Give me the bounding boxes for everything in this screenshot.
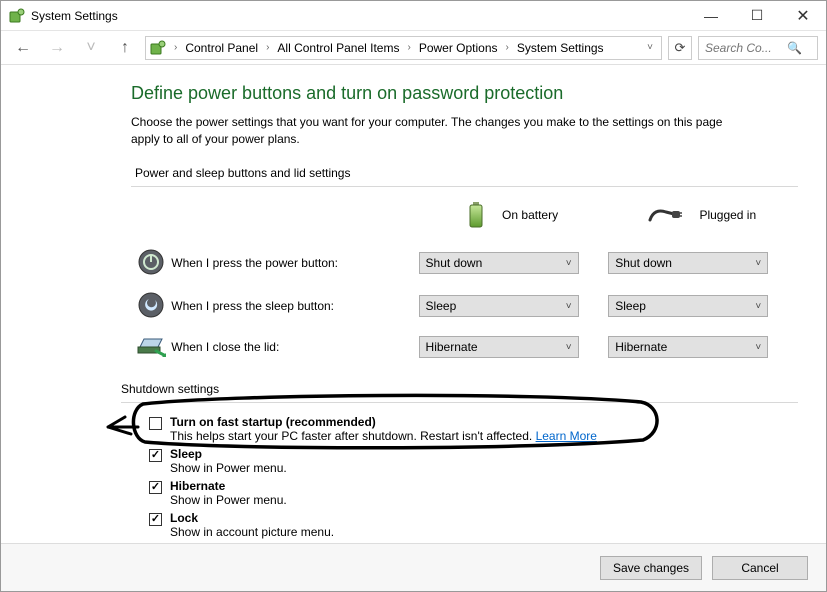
footer-bar: Save changes Cancel bbox=[1, 543, 826, 591]
chevron-down-icon: ˅ bbox=[566, 258, 572, 269]
section-shutdown-label: Shutdown settings bbox=[121, 382, 798, 396]
page-title: Define power buttons and turn on passwor… bbox=[131, 83, 798, 104]
checkbox-label: Hibernate bbox=[170, 479, 225, 493]
chevron-down-icon: ˅ bbox=[755, 301, 761, 312]
search-box[interactable]: 🔍 bbox=[698, 36, 818, 60]
row-sleep-button-label: When I press the sleep button: bbox=[171, 286, 416, 327]
lid-battery-select[interactable]: Hibernate ˅ bbox=[419, 336, 579, 358]
breadcrumb-sep: › bbox=[504, 42, 511, 53]
checkbox-desc: Show in Power menu. bbox=[170, 461, 287, 475]
back-button[interactable]: ← bbox=[9, 35, 37, 61]
checkbox-label: Sleep bbox=[170, 447, 202, 461]
sleep-button-icon bbox=[138, 307, 164, 321]
divider bbox=[121, 402, 798, 403]
minimize-button[interactable]: — bbox=[688, 1, 734, 31]
checkbox-fast-startup[interactable]: Turn on fast startup (recommended) This … bbox=[149, 415, 798, 443]
checkbox-label: Turn on fast startup (recommended) bbox=[170, 415, 376, 429]
battery-icon bbox=[467, 202, 485, 231]
column-plugged-label: Plugged in bbox=[691, 208, 756, 222]
checkbox-hibernate[interactable]: Hibernate Show in Power menu. bbox=[149, 479, 798, 507]
search-input[interactable] bbox=[703, 40, 783, 56]
forward-button[interactable]: → bbox=[43, 35, 71, 61]
select-value: Sleep bbox=[615, 299, 646, 313]
checkbox-desc: Show in Power menu. bbox=[170, 493, 287, 507]
power-button-battery-select[interactable]: Shut down ˅ bbox=[419, 252, 579, 274]
refresh-button[interactable]: ⟳ bbox=[668, 36, 692, 60]
chevron-down-icon: ˅ bbox=[566, 342, 572, 353]
checkbox-desc: This helps start your PC faster after sh… bbox=[170, 429, 536, 443]
breadcrumb-sep: › bbox=[264, 42, 271, 53]
close-button[interactable]: ✕ bbox=[780, 1, 826, 31]
title-bar: System Settings — ☐ ✕ bbox=[1, 1, 826, 31]
chevron-down-icon: ˅ bbox=[755, 258, 761, 269]
chevron-down-icon: ˅ bbox=[566, 301, 572, 312]
checkbox-icon[interactable] bbox=[149, 513, 162, 526]
row-power-button-label: When I press the power button: bbox=[171, 243, 416, 284]
column-battery-label: On battery bbox=[494, 208, 558, 222]
select-value: Shut down bbox=[426, 256, 483, 270]
cancel-button[interactable]: Cancel bbox=[712, 556, 808, 580]
checkbox-lock[interactable]: Lock Show in account picture menu. bbox=[149, 511, 798, 539]
window-title: System Settings bbox=[31, 9, 118, 23]
checkbox-icon[interactable] bbox=[149, 481, 162, 494]
content-area: Define power buttons and turn on passwor… bbox=[1, 65, 826, 543]
power-button-plugged-select[interactable]: Shut down ˅ bbox=[608, 252, 768, 274]
search-icon: 🔍 bbox=[787, 41, 802, 55]
select-value: Hibernate bbox=[615, 340, 667, 354]
address-bar[interactable]: › Control Panel › All Control Panel Item… bbox=[145, 36, 662, 60]
power-settings-table: On battery Plugged in bbox=[131, 199, 798, 368]
row-power-button: When I press the power button: Shut down… bbox=[133, 243, 796, 284]
chevron-down-icon: ˅ bbox=[755, 342, 761, 353]
row-lid: When I close the lid: Hibernate ˅ Hibern… bbox=[133, 329, 796, 366]
select-value: Hibernate bbox=[426, 340, 478, 354]
breadcrumb-all-items[interactable]: All Control Panel Items bbox=[273, 41, 403, 55]
checkbox-label: Lock bbox=[170, 511, 198, 525]
sleep-button-battery-select[interactable]: Sleep ˅ bbox=[419, 295, 579, 317]
page-description: Choose the power settings that you want … bbox=[131, 114, 731, 148]
plug-icon bbox=[648, 206, 682, 227]
shutdown-settings-section: Shutdown settings Turn on fast startup (… bbox=[131, 382, 798, 543]
select-value: Shut down bbox=[615, 256, 672, 270]
breadcrumb-sep: › bbox=[405, 42, 412, 53]
row-lid-label: When I close the lid: bbox=[171, 329, 416, 366]
checkbox-icon[interactable] bbox=[149, 449, 162, 462]
row-sleep-button: When I press the sleep button: Sleep ˅ S… bbox=[133, 286, 796, 327]
checkbox-sleep[interactable]: Sleep Show in Power menu. bbox=[149, 447, 798, 475]
lid-icon bbox=[136, 346, 166, 360]
address-dropdown-icon[interactable]: ˅ bbox=[643, 42, 657, 53]
up-button[interactable]: ↑ bbox=[111, 35, 139, 61]
nav-bar: ← → ˅ ↑ › Control Panel › All Control Pa… bbox=[1, 31, 826, 65]
address-icon bbox=[150, 40, 166, 56]
checkbox-desc: Show in account picture menu. bbox=[170, 525, 334, 539]
save-changes-button[interactable]: Save changes bbox=[600, 556, 702, 580]
recent-locations-button[interactable]: ˅ bbox=[77, 35, 105, 61]
power-button-icon bbox=[138, 264, 164, 278]
sleep-button-plugged-select[interactable]: Sleep ˅ bbox=[608, 295, 768, 317]
breadcrumb-sep: › bbox=[172, 42, 179, 53]
divider bbox=[131, 186, 798, 187]
section-power-sleep-label: Power and sleep buttons and lid settings bbox=[135, 166, 798, 180]
learn-more-link[interactable]: Learn More bbox=[536, 429, 597, 443]
breadcrumb-system-settings[interactable]: System Settings bbox=[513, 41, 608, 55]
breadcrumb-power-options[interactable]: Power Options bbox=[415, 41, 502, 55]
breadcrumb-control-panel[interactable]: Control Panel bbox=[181, 41, 262, 55]
checkbox-icon[interactable] bbox=[149, 417, 162, 430]
lid-plugged-select[interactable]: Hibernate ˅ bbox=[608, 336, 768, 358]
maximize-button[interactable]: ☐ bbox=[734, 1, 780, 31]
select-value: Sleep bbox=[426, 299, 457, 313]
app-icon bbox=[9, 8, 25, 24]
